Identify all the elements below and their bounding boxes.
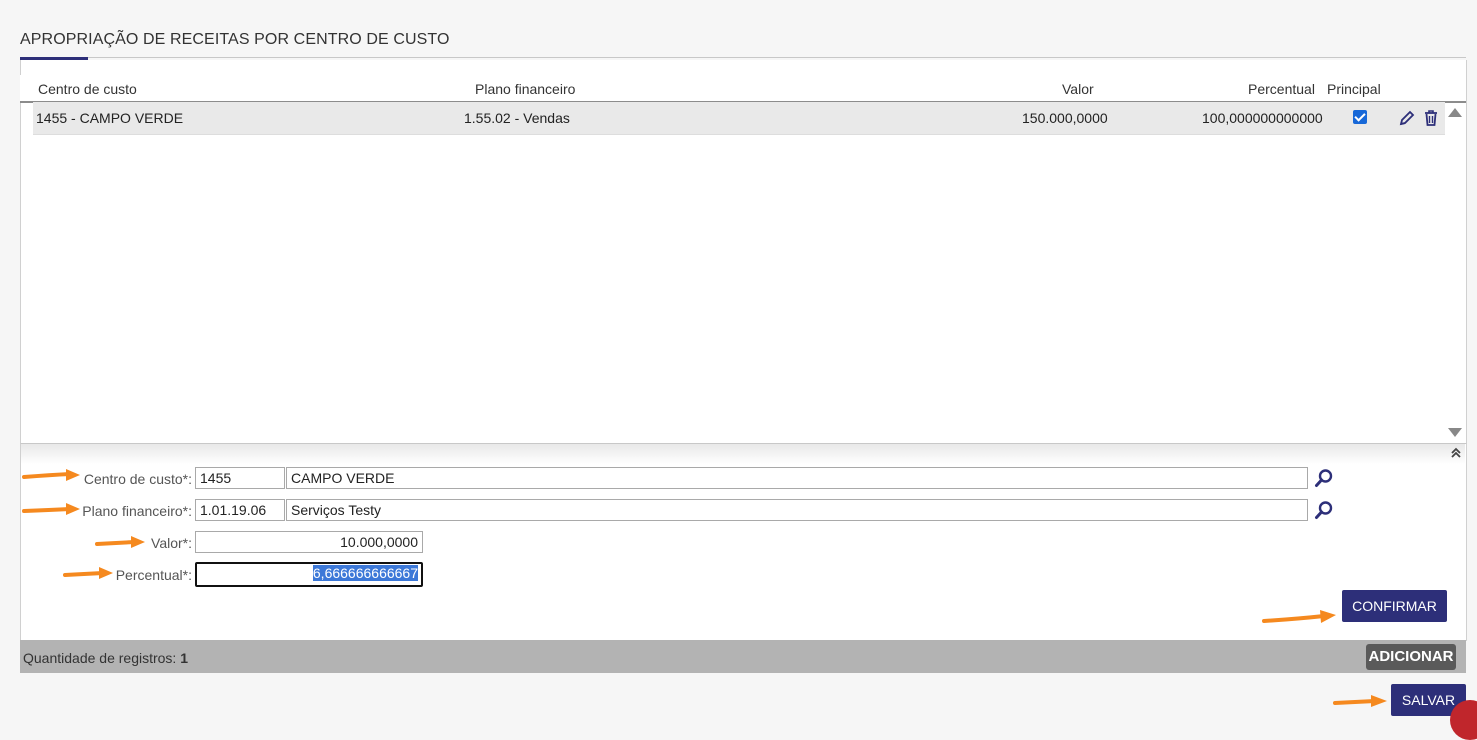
annotation-arrow-icon [63, 567, 113, 579]
column-header-principal[interactable]: Principal [1327, 81, 1381, 97]
annotation-arrow-icon [22, 469, 80, 481]
add-button[interactable]: ADICIONAR [1366, 644, 1456, 670]
annotation-arrow-icon [22, 503, 80, 515]
column-header-percentual[interactable]: Percentual [1248, 81, 1315, 97]
record-count: Quantidade de registros: 1 [23, 650, 188, 666]
annotation-arrow-icon [1333, 695, 1387, 707]
record-count-label: Quantidade de registros: [23, 650, 177, 666]
trash-icon[interactable] [1421, 107, 1441, 129]
search-icon[interactable] [1312, 466, 1336, 490]
record-count-value: 1 [180, 650, 189, 666]
form-top-shade [21, 444, 1465, 464]
scroll-up-arrow[interactable] [1448, 108, 1462, 117]
centro-name-input[interactable]: CAMPO VERDE [286, 467, 1308, 489]
plano-code-input[interactable]: 1.01.19.06 [195, 499, 285, 521]
percentual-input[interactable]: 6,666666666667 [195, 562, 423, 587]
edit-icon[interactable] [1397, 107, 1417, 129]
column-header-centro[interactable]: Centro de custo [38, 81, 137, 97]
grid-header: Centro de custo Plano financeiro Valor P… [20, 75, 1466, 103]
column-header-plano[interactable]: Plano financeiro [475, 81, 575, 97]
title-divider [20, 57, 1466, 58]
percentual-selected-text: 6,666666666667 [312, 565, 418, 581]
table-row[interactable]: 1455 - CAMPO VERDE 1.55.02 - Vendas 150.… [33, 102, 1445, 135]
plano-name-input[interactable]: Serviços Testy [286, 499, 1308, 521]
annotation-arrow-icon [1262, 610, 1336, 623]
valor-input[interactable]: 10.000,0000 [195, 531, 423, 553]
centro-code-input[interactable]: 1455 [195, 467, 285, 489]
principal-checkbox[interactable] [1353, 110, 1367, 124]
confirm-button[interactable]: CONFIRMAR [1342, 590, 1447, 622]
collapse-icon[interactable] [1449, 446, 1463, 460]
column-header-valor[interactable]: Valor [1062, 81, 1094, 97]
chat-widget-icon[interactable] [1450, 700, 1477, 740]
cell-centro: 1455 - CAMPO VERDE [36, 110, 184, 126]
cell-percentual: 100,000000000000 [1202, 110, 1323, 126]
search-icon[interactable] [1312, 498, 1336, 522]
cell-plano: 1.55.02 - Vendas [464, 110, 570, 126]
scroll-down-arrow[interactable] [1448, 428, 1462, 437]
grid-footer [20, 640, 1466, 673]
section-title: APROPRIAÇÃO DE RECEITAS POR CENTRO DE CU… [20, 31, 450, 48]
annotation-arrow-icon [95, 536, 145, 548]
cell-valor: 150.000,0000 [1022, 110, 1108, 126]
